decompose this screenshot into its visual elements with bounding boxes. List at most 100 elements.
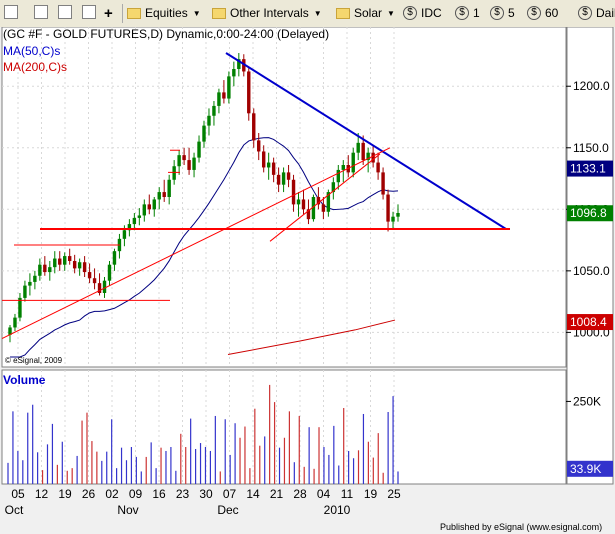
candle-body — [33, 275, 37, 282]
candle-body — [72, 261, 77, 269]
candle-body — [271, 162, 276, 175]
dollar-icon: $ — [403, 6, 417, 20]
candle-body — [107, 264, 112, 281]
month-label: Oct — [5, 503, 24, 517]
candle-body — [112, 251, 117, 265]
dollar-icon: $ — [490, 6, 504, 20]
solar-menu[interactable]: Solar ▼ — [336, 4, 395, 22]
candle-body — [252, 113, 256, 141]
candle-body — [222, 92, 226, 99]
candle-body — [23, 285, 27, 298]
intervals-menu[interactable]: Other Intervals ▼ — [212, 4, 322, 22]
candle-body — [77, 262, 82, 269]
candle-body — [381, 172, 385, 195]
date-tick-label: 30 — [199, 487, 213, 501]
candle-body — [227, 76, 231, 99]
candle-body — [202, 125, 206, 142]
interval-1-button[interactable]: $1 — [455, 4, 480, 22]
copyright: © eSignal, 2009 — [5, 356, 63, 365]
candle-body — [257, 140, 261, 152]
candle-body — [142, 204, 147, 216]
candle-body — [341, 165, 345, 170]
candle-body — [376, 162, 380, 173]
date-tick-label: 14 — [246, 487, 260, 501]
date-tick-label: 21 — [270, 487, 284, 501]
candle-body — [82, 262, 87, 273]
volume-tick-label: 250K — [573, 394, 601, 408]
candle-body — [63, 256, 67, 265]
daily-button[interactable]: $ Daily — [578, 4, 615, 22]
folder-icon — [212, 7, 226, 19]
candle-body — [212, 105, 216, 116]
date-tick-label: 11 — [341, 487, 354, 501]
date-tick-label: 12 — [35, 487, 49, 501]
volume-label: Volume — [3, 373, 46, 387]
solar-label: Solar — [354, 6, 383, 20]
volume-badge-label: 33.9K — [570, 462, 601, 476]
dollar-icon: $ — [578, 6, 592, 20]
candle-body — [13, 317, 17, 328]
published-by: Published by eSignal (www.esignal.com) — [440, 522, 602, 532]
candle-body — [301, 199, 306, 210]
candle-body — [102, 280, 107, 293]
interval-60-button[interactable]: $60 — [527, 4, 558, 22]
candle-body — [296, 199, 301, 205]
candle-body — [336, 169, 341, 183]
interval-5-label: 5 — [508, 6, 515, 20]
dollar-icon: $ — [455, 6, 469, 20]
ma50-legend: MA(50,C)s — [3, 44, 60, 58]
candle-body — [261, 151, 266, 168]
layout-icon[interactable] — [58, 5, 72, 19]
candle-body — [286, 172, 291, 180]
interval-5-button[interactable]: $5 — [490, 4, 515, 22]
plus-icon[interactable]: + — [104, 4, 113, 22]
candle-body — [122, 230, 127, 239]
date-tick-label: 04 — [317, 487, 331, 501]
candle-body — [281, 172, 286, 185]
chart-icon[interactable] — [34, 5, 48, 19]
candle-body — [351, 152, 355, 173]
equities-menu[interactable]: Equities ▼ — [127, 4, 201, 22]
intervals-label: Other Intervals — [230, 6, 309, 20]
candle-body — [266, 162, 271, 168]
candle-body — [361, 142, 365, 161]
candle-body — [132, 217, 137, 225]
candle-body — [92, 278, 97, 284]
candle-body — [276, 174, 281, 185]
chevron-down-icon: ▼ — [387, 8, 395, 18]
candle-body — [232, 69, 236, 77]
candle-body — [53, 258, 57, 268]
price-badge-label: 1008.4 — [570, 315, 607, 329]
candle-body — [396, 213, 400, 217]
dollar-icon: $ — [527, 6, 541, 20]
candle-body — [137, 215, 142, 218]
month-label: Dec — [217, 503, 238, 517]
date-tick-label: 25 — [387, 487, 401, 501]
candle-body — [87, 272, 92, 279]
candle-body — [67, 256, 72, 261]
date-tick-label: 09 — [129, 487, 143, 501]
window2-icon[interactable] — [82, 5, 96, 19]
divider — [122, 4, 123, 23]
price-tick-label: 1050.0 — [573, 264, 610, 278]
daily-label: Daily — [596, 6, 615, 20]
month-label: 2010 — [324, 503, 351, 517]
candle-body — [386, 194, 390, 222]
ma200-legend: MA(200,C)s — [3, 60, 67, 74]
chevron-down-icon: ▼ — [192, 8, 201, 18]
chevron-down-icon: ▼ — [313, 8, 322, 18]
date-tick-label: 26 — [82, 487, 96, 501]
chart-title: (GC #F - GOLD FUTURES,D) Dynamic,0:00-24… — [3, 27, 329, 41]
candle-body — [187, 160, 191, 170]
price-chart[interactable]: 1000.01050.01100.01150.01200.00512192602… — [0, 27, 615, 534]
month-label: Nov — [117, 503, 138, 517]
window-icon[interactable] — [4, 5, 18, 19]
candle-body — [48, 267, 52, 273]
idc-button[interactable]: $ IDC — [403, 4, 442, 22]
candle-body — [58, 258, 62, 265]
folder-icon — [336, 7, 350, 19]
candle-body — [247, 71, 251, 114]
candle-body — [157, 192, 161, 200]
price-tick-label: 1200.0 — [573, 79, 610, 93]
candle-body — [371, 152, 375, 163]
